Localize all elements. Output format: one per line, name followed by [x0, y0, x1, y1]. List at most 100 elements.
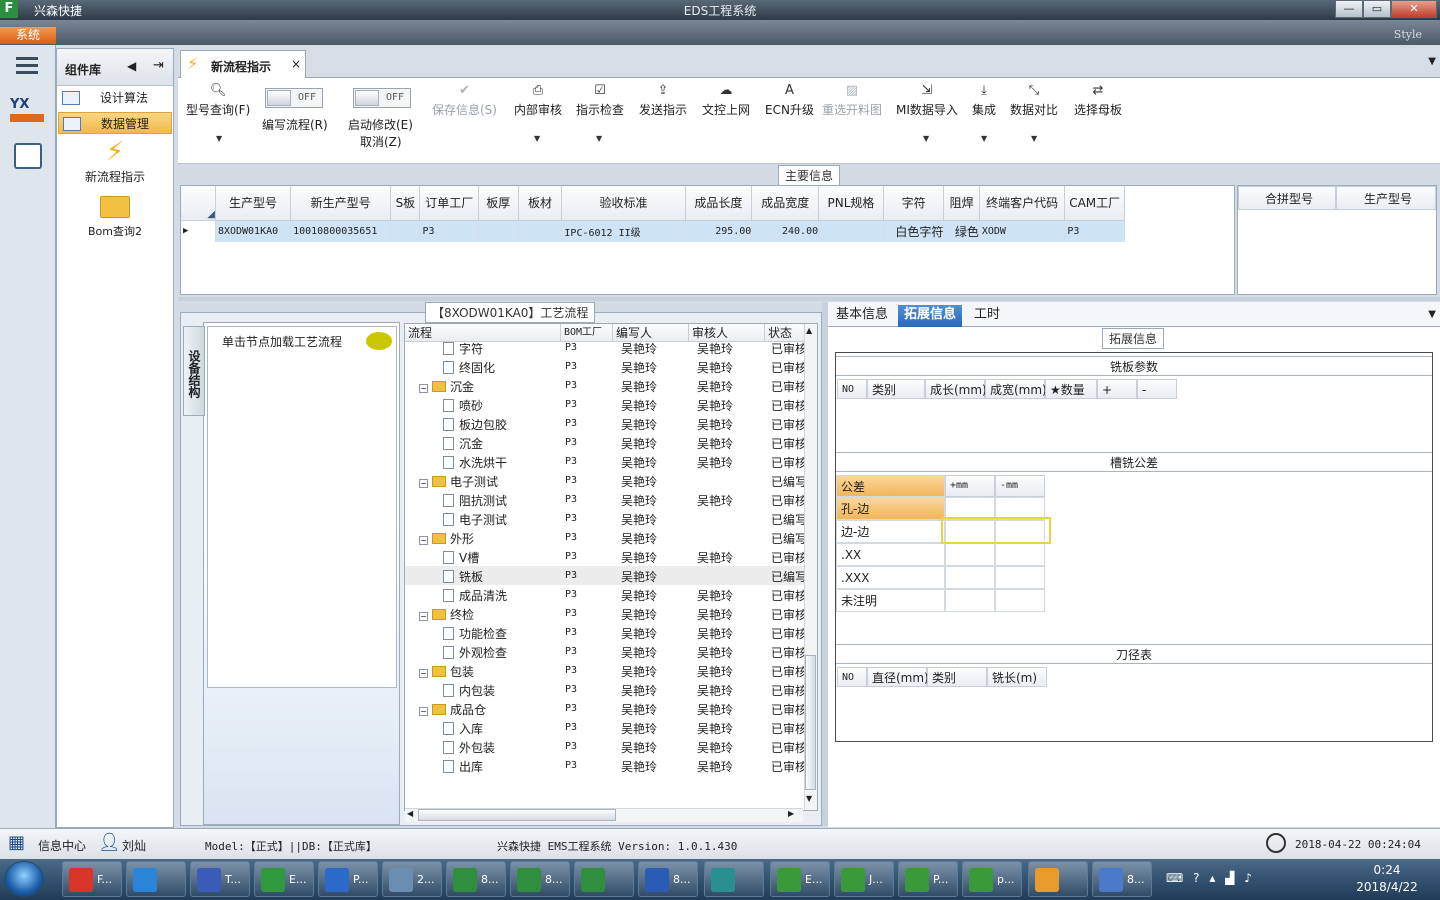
column-header[interactable]: S板 — [390, 186, 421, 221]
flow-row[interactable]: 板边包胶 P3 吴艳玲 吴艳玲 已审核 — [405, 414, 807, 433]
table-cell[interactable]: 绿色 — [943, 220, 980, 242]
horizontal-scrollbar-thumb[interactable] — [418, 809, 616, 821]
tolerance-plus-cell[interactable] — [945, 566, 995, 589]
flow-row[interactable]: 成品清洗 P3 吴艳玲 吴艳玲 已审核 — [405, 585, 807, 604]
taskbar-app-button[interactable]: T... — [190, 861, 250, 897]
tolerance-minus-cell[interactable] — [995, 566, 1045, 589]
column-header[interactable]: 类别 — [867, 379, 925, 399]
tab-equipment-structure[interactable]: 设备结构 — [183, 326, 205, 416]
table-cell[interactable] — [478, 220, 519, 242]
collapse-icon[interactable]: − — [419, 384, 428, 393]
windows-grid-icon[interactable]: ▦ — [8, 834, 28, 854]
table-row[interactable]: ▶ 8XODW01KA0 10010800035651 P3 IPC-6012 II级… — [181, 220, 1125, 242]
flow-row[interactable]: 内包装 P3 吴艳玲 吴艳玲 已审核 — [405, 680, 807, 699]
edit-flow-toggle[interactable]: OFF — [265, 88, 323, 108]
taskbar-app-button[interactable]: P... — [898, 861, 958, 897]
maximize-button[interactable]: ▭ — [1363, 0, 1391, 18]
column-header[interactable]: 直径(mm) — [867, 667, 929, 687]
table-cell[interactable]: IPC-6012 II级 — [561, 220, 686, 242]
mi-import-button[interactable]: ⇲ MI数据导入 — [896, 84, 958, 118]
column-header[interactable]: 成长(mm) — [925, 379, 987, 399]
flow-row[interactable]: − 沉金 P3 吴艳玲 吴艳玲 已审核 — [405, 376, 807, 395]
tolerance-minus-cell[interactable] — [995, 543, 1045, 566]
column-header[interactable]: 验收标准 — [561, 186, 686, 221]
taskbar-app-button[interactable]: P... — [318, 861, 378, 897]
column-header[interactable]: 板厚 — [478, 186, 519, 221]
vertical-scrollbar-thumb[interactable] — [805, 655, 816, 790]
dropdown-caret-icon[interactable]: ▼ — [981, 134, 987, 143]
flow-row[interactable]: − 成品仓 P3 吴艳玲 吴艳玲 已审核 — [405, 699, 807, 718]
column-header[interactable]: 板材 — [518, 186, 563, 221]
column-header[interactable]: + — [1097, 379, 1137, 399]
flow-row[interactable]: 字符 P3 吴艳玲 吴艳玲 已审核 — [405, 338, 807, 357]
flow-row[interactable]: 外包装 P3 吴艳玲 吴艳玲 已审核 — [405, 737, 807, 756]
flow-row[interactable]: 沉金 P3 吴艳玲 吴艳玲 已审核 — [405, 433, 807, 452]
taskbar-app-button[interactable] — [574, 861, 634, 897]
flow-row[interactable]: 外观检查 P3 吴艳玲 吴艳玲 已审核 — [405, 642, 807, 661]
dropdown-caret-icon[interactable]: ▼ — [534, 134, 540, 143]
column-header[interactable]: - — [1137, 379, 1177, 399]
flow-row[interactable]: 喷砂 P3 吴艳玲 吴艳玲 已审核 — [405, 395, 807, 414]
flow-row[interactable]: 电子测试 P3 吴艳玲 已编写 — [405, 509, 807, 528]
collapse-icon[interactable]: − — [419, 707, 428, 716]
system-menu-button[interactable]: 系统 — [0, 27, 56, 44]
flow-row[interactable]: − 电子测试 P3 吴艳玲 已编写 — [405, 471, 807, 490]
minimize-button[interactable]: — — [1335, 0, 1363, 18]
taskbar-app-button[interactable]: 8... — [446, 861, 506, 897]
dropdown-caret-icon[interactable]: ▼ — [923, 134, 929, 143]
ecn-upgrade-button[interactable]: A ECN升级 — [765, 84, 814, 118]
table-cell[interactable]: 白色字符 — [883, 220, 945, 242]
hamburger-icon[interactable] — [16, 57, 38, 60]
tab-basic-info[interactable]: 基本信息 — [830, 305, 894, 327]
select-master-board-button[interactable]: ⇄ 选择母板 — [1074, 84, 1122, 118]
keyboard-icon[interactable]: ⌨ — [1166, 871, 1183, 885]
column-header[interactable]: PNL规格 — [818, 186, 884, 221]
tab-list-dropdown-icon[interactable]: ▼ — [1428, 56, 1436, 67]
taskbar-app-button[interactable]: 8... — [510, 861, 570, 897]
send-instruction-button[interactable]: ⇪ 发送指示 — [639, 84, 687, 118]
taskbar-app-button[interactable]: 2... — [382, 861, 442, 897]
taskbar-app-button[interactable]: p... — [962, 861, 1022, 897]
network-icon[interactable]: ▟ — [1225, 871, 1234, 885]
column-header[interactable]: 成品宽度 — [751, 186, 820, 221]
flow-row[interactable]: V槽 P3 吴艳玲 吴艳玲 已审核 — [405, 547, 807, 566]
flow-row[interactable]: 阻抗测试 P3 吴艳玲 吴艳玲 已审核 — [405, 490, 807, 509]
column-header[interactable]: NO — [837, 667, 867, 687]
table-cell[interactable]: 295.00 — [685, 220, 753, 242]
table-cell[interactable]: 10010800035651 — [290, 220, 392, 242]
column-header[interactable]: ★数量 — [1045, 379, 1097, 399]
table-cell[interactable]: 240.00 — [751, 220, 820, 242]
internal-review-button[interactable]: ⎙ 内部审核 — [514, 84, 562, 118]
info-center-link[interactable]: 信息中心 — [38, 837, 86, 854]
tab-extended-info[interactable]: 拓展信息 — [898, 305, 963, 327]
flow-row[interactable]: 出库 P3 吴艳玲 吴艳玲 已审核 — [405, 756, 807, 775]
flow-row[interactable]: 终固化 P3 吴艳玲 吴艳玲 已审核 — [405, 357, 807, 376]
table-cell[interactable]: P3 — [1064, 220, 1125, 242]
taskbar-app-button[interactable] — [126, 861, 186, 897]
tolerance-minus-cell[interactable] — [995, 589, 1045, 612]
collapse-icon[interactable]: − — [419, 612, 428, 621]
save-info-button[interactable]: ✔ 保存信息(S) — [432, 84, 497, 118]
column-header[interactable]: NO — [837, 379, 867, 399]
tab-close-icon[interactable]: × — [291, 57, 301, 71]
model-query-button[interactable]: 🔍︎ 型号查询(F) — [186, 84, 250, 118]
column-header[interactable]: 铣长(m) — [987, 667, 1047, 687]
tab-new-flow-instruction[interactable]: ⚡ 新流程指示 × — [180, 50, 306, 79]
calendar-icon[interactable] — [14, 143, 42, 169]
start-button[interactable] — [4, 861, 44, 897]
horizontal-splitter[interactable] — [178, 297, 1440, 301]
table-cell[interactable] — [818, 220, 884, 242]
column-header[interactable]: 生产型号 — [215, 186, 292, 221]
table-cell[interactable]: XODW — [979, 220, 1066, 242]
cancel-button[interactable]: 取消(Z) — [360, 133, 402, 150]
taskbar-app-button[interactable]: 8... — [638, 861, 698, 897]
flow-row[interactable]: 入库 P3 吴艳玲 吴艳玲 已审核 — [405, 718, 807, 737]
dropdown-caret-icon[interactable]: ▼ — [596, 134, 602, 143]
pin-icon[interactable]: ⇥ — [153, 58, 164, 73]
flow-row[interactable]: − 外形 P3 吴艳玲 已编写 — [405, 528, 807, 547]
taskbar-app-button[interactable]: 8... — [1092, 861, 1152, 897]
scroll-right-icon[interactable]: ▶ — [788, 809, 794, 818]
column-header[interactable]: CAM工厂 — [1064, 186, 1125, 221]
upload-online-button[interactable]: ☁ 文控上网 — [702, 84, 750, 118]
dropdown-caret-icon[interactable]: ▼ — [216, 134, 222, 143]
